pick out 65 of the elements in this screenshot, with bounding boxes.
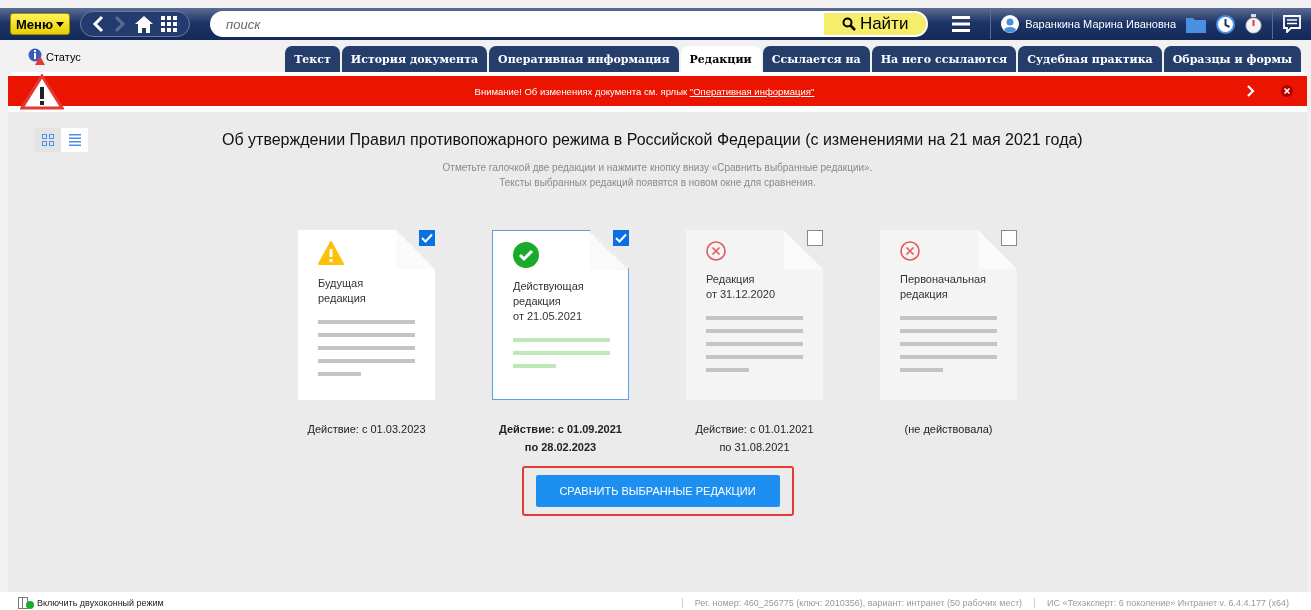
tab[interactable]: Ссылается на xyxy=(762,46,870,72)
list-icon xyxy=(68,134,81,146)
edition-title: от 31.12.2020 xyxy=(706,287,777,302)
edition-title: Действующая xyxy=(513,279,585,294)
hint-text: Тексты выбранных редакций появятся в новом окне для сравнения. xyxy=(498,176,817,190)
stopwatch-icon[interactable] xyxy=(1245,14,1262,34)
edition-title: редакция xyxy=(900,287,949,302)
clock-icon[interactable] xyxy=(1216,14,1235,34)
validity-text: (не действовала) xyxy=(904,422,993,437)
edition-card[interactable]: Первоначальная редакция xyxy=(880,230,1017,400)
info-warning-icon xyxy=(28,48,45,65)
registration-text: Рег. номер: 460_256775 (ключ: 2010356), вариант: интранет (50 рабочих мест) xyxy=(681,598,1035,608)
caret-icon xyxy=(56,21,64,27)
operative-info-link[interactable]: "Оперативная информация" xyxy=(689,85,815,97)
document-title: Об утверждении Правил противопожарного режима в Российской Федерации (с изменениями на 21 мая 2021 года) xyxy=(222,131,1083,149)
edition-title: Редакция xyxy=(706,272,756,287)
status-link[interactable]: Статус xyxy=(28,48,81,65)
search-icon xyxy=(841,17,856,31)
check-circle-icon xyxy=(513,242,539,268)
validity-text: Действие: с 01.01.2021 xyxy=(695,422,814,437)
edition-card[interactable]: Редакция от 31.12.2020 xyxy=(686,230,823,400)
tab[interactable]: История документа xyxy=(341,46,488,72)
validity-text: по 28.02.2023 xyxy=(523,440,598,455)
menu-icon[interactable] xyxy=(952,16,971,32)
warning-icon xyxy=(318,241,344,265)
tab[interactable]: Оперативная информация xyxy=(489,46,679,72)
product-version-text: ИС «Техэксперт: 6 поколение» Интранет v. 6.4.4.177 (x64) xyxy=(1034,598,1301,608)
cross-circle-icon xyxy=(706,241,726,261)
alert-text: Внимание! Об изменениях документа см. ярлык "Оперативная информация" xyxy=(473,85,816,97)
grid-view-button[interactable] xyxy=(34,128,61,152)
edition-title: Первоначальная xyxy=(900,272,988,287)
edition-card[interactable]: Будущая редакция xyxy=(298,230,435,400)
checkbox[interactable] xyxy=(419,230,435,246)
validity-text: Действие: с 01.09.2021 xyxy=(499,422,622,437)
checkbox[interactable] xyxy=(807,230,823,246)
edition-title: от 21.05.2021 xyxy=(513,309,584,324)
chevron-right-icon[interactable] xyxy=(1247,85,1255,97)
back-icon[interactable] xyxy=(91,15,105,33)
tab[interactable]: На него ссылаются xyxy=(871,46,1017,72)
user-icon[interactable] xyxy=(1001,15,1020,33)
find-button[interactable]: Найти xyxy=(824,11,929,37)
tab[interactable]: Образцы и формы xyxy=(1163,46,1301,72)
user-name[interactable]: Варанкина Марина Ивановна xyxy=(1025,18,1176,30)
dual-mode-link[interactable]: Включить двухоконный режим xyxy=(18,597,164,609)
tab[interactable]: Редакции xyxy=(680,46,761,72)
home-icon[interactable] xyxy=(135,15,153,33)
close-icon[interactable] xyxy=(1281,85,1293,97)
grid-icon[interactable] xyxy=(161,16,177,32)
cross-circle-icon xyxy=(900,241,920,261)
tab[interactable]: Судебная практика xyxy=(1018,46,1162,72)
edition-title: редакция xyxy=(318,291,367,306)
grid-icon xyxy=(41,134,54,146)
search-field[interactable]: поиск xyxy=(210,11,825,37)
chat-icon[interactable] xyxy=(1283,15,1301,33)
folder-icon[interactable] xyxy=(1186,15,1206,33)
edition-title: редакция xyxy=(513,294,562,309)
checkbox[interactable] xyxy=(613,230,629,246)
checkbox[interactable] xyxy=(1001,230,1017,246)
validity-text: по 31.08.2021 xyxy=(718,440,791,455)
edition-card[interactable]: Действующая редакция от 21.05.2021 xyxy=(492,230,629,400)
validity-text: Действие: с 01.03.2023 xyxy=(307,422,426,437)
menu-button[interactable]: Меню xyxy=(10,13,70,35)
edition-title: Будущая xyxy=(318,276,365,291)
tab[interactable]: Текст xyxy=(285,46,340,72)
hint-text: Отметьте галочкой две редакции и нажмите кнопку внизу «Сравнить выбранные редакции». xyxy=(442,161,873,175)
